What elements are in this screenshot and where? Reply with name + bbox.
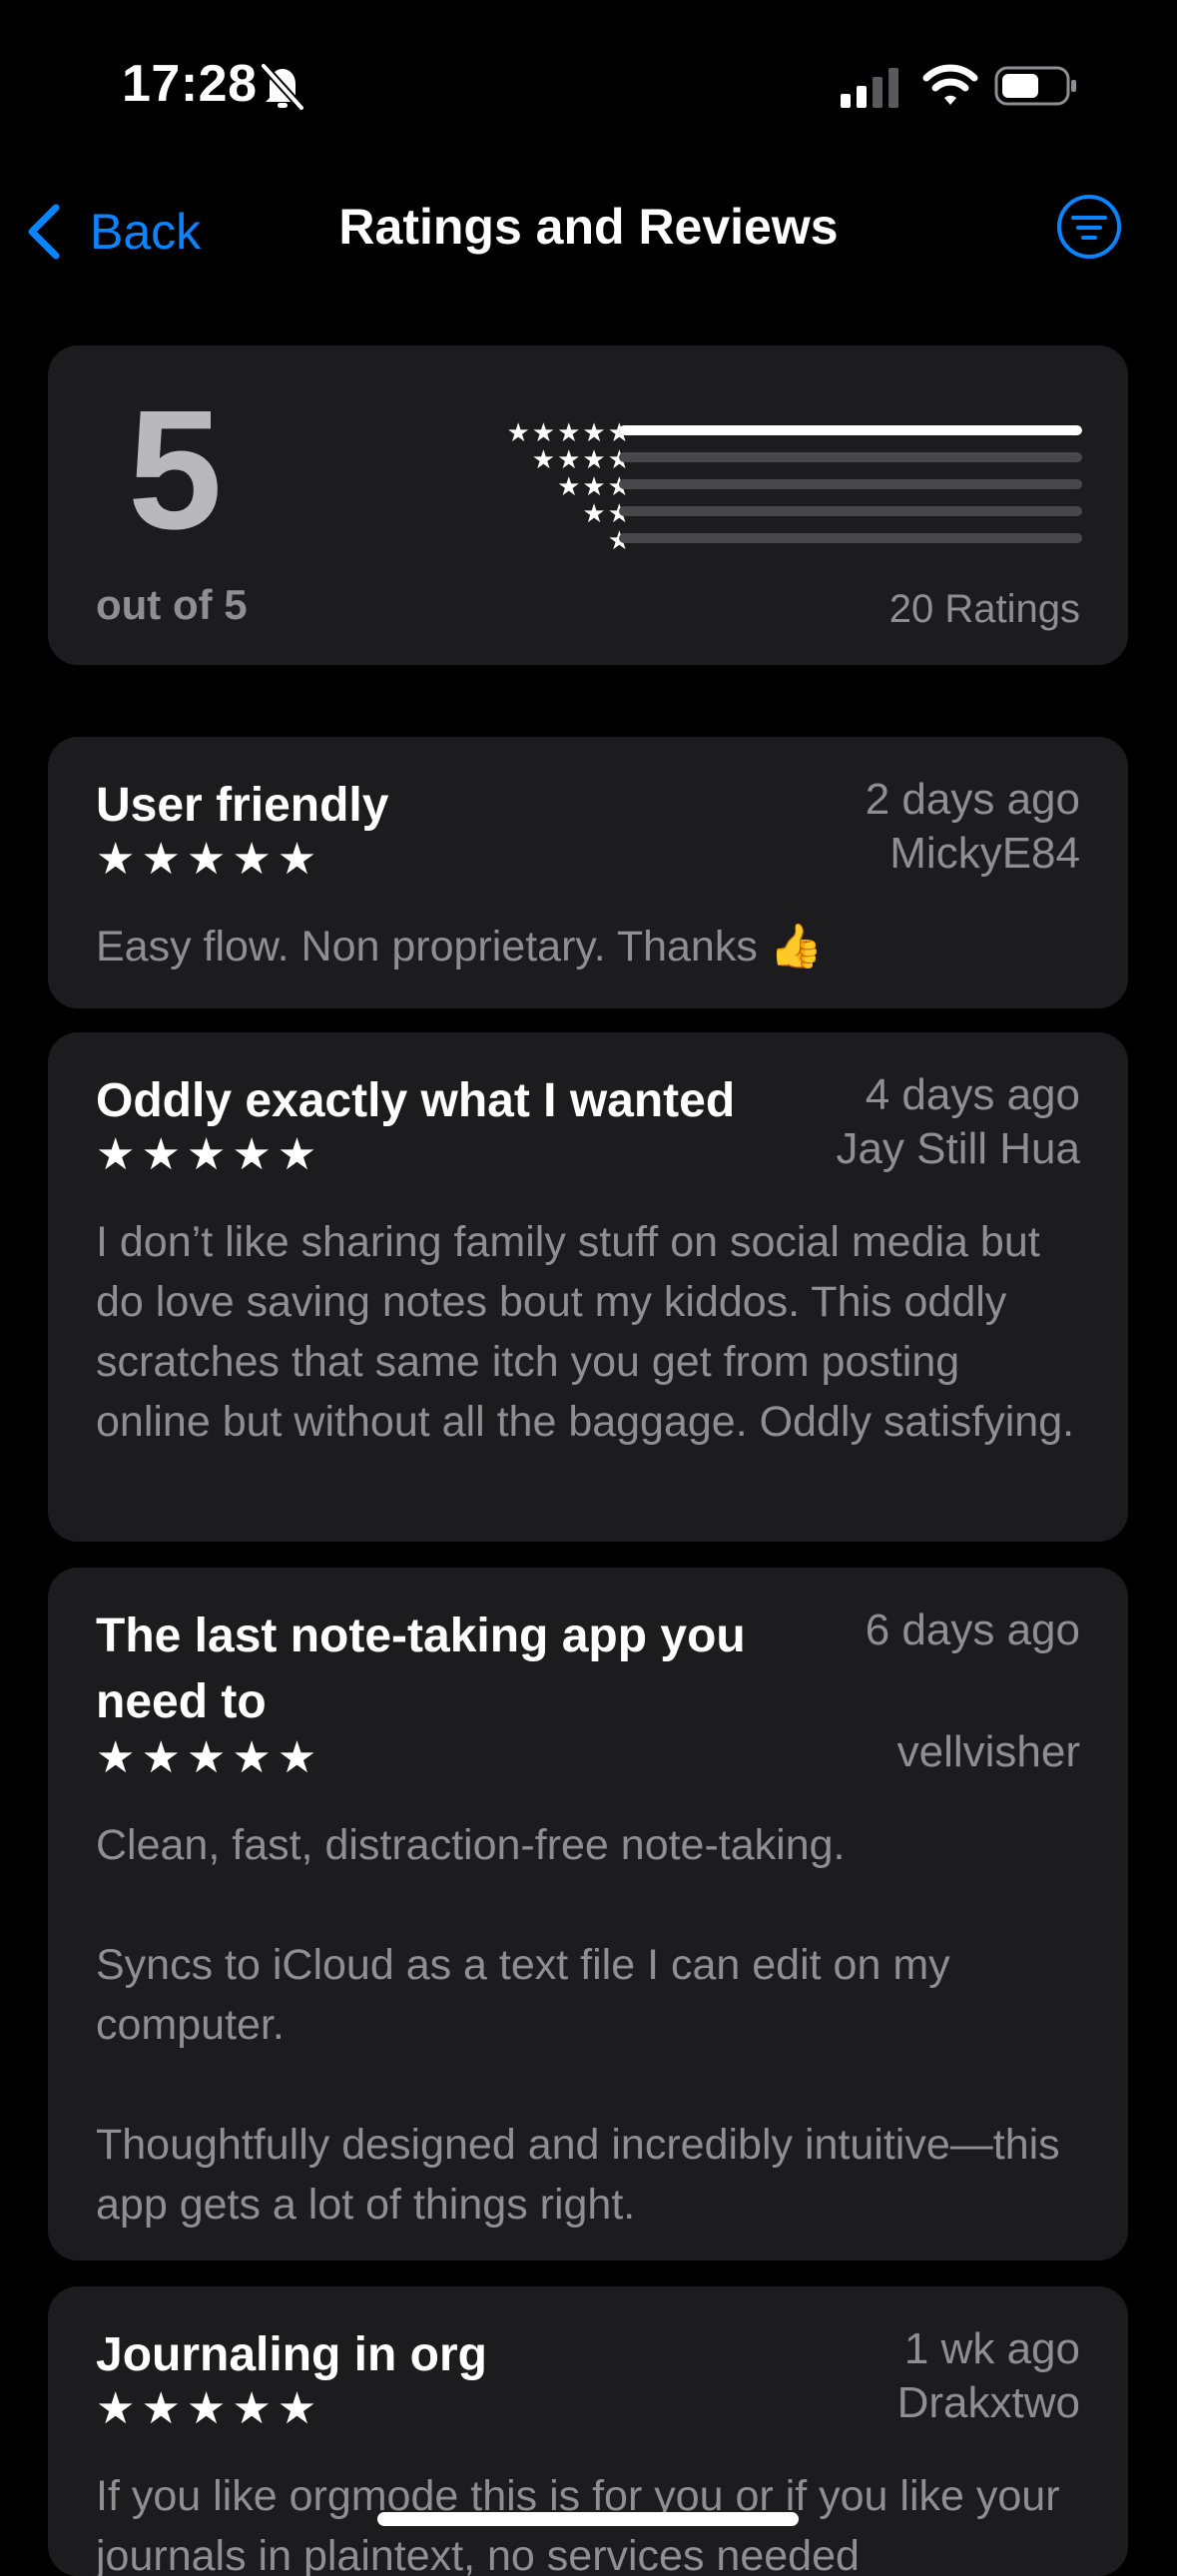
- bar-5-stars: [619, 425, 1082, 435]
- bar-1-stars: [619, 533, 1082, 543]
- bar-4-stars: [619, 452, 1082, 462]
- stars-1-label: ★: [447, 527, 633, 554]
- page-title: Ratings and Reviews: [338, 199, 839, 255]
- review-date: 4 days ago: [865, 1070, 1080, 1119]
- review-body: Clean, fast, distraction-free note-takin…: [96, 1821, 1060, 2229]
- review-body: I don’t like sharing family stuff on soc…: [96, 1218, 1075, 1446]
- review-author: MickyE84: [889, 829, 1080, 878]
- review-date: 2 days ago: [865, 775, 1080, 824]
- cellular-signal-icon: [841, 68, 898, 108]
- stars-2-label: ★★: [582, 498, 633, 528]
- bar-2-stars: [619, 506, 1082, 516]
- review-stars: ★★★★★: [96, 1733, 323, 1782]
- review-title: Journaling in org: [96, 2328, 487, 2381]
- wifi-icon: [922, 64, 978, 105]
- review-stars: ★★★★★: [96, 1130, 323, 1179]
- review-card[interactable]: User friendly 2 days ago MickyE84 ★★★★★ …: [48, 737, 1128, 1008]
- bar-3-stars: [619, 479, 1082, 489]
- bell-slash-icon: [261, 63, 304, 111]
- status-bar: 17:28: [0, 0, 1177, 170]
- home-indicator[interactable]: [377, 2512, 799, 2526]
- status-time: 17:28: [122, 55, 258, 113]
- review-title: Oddly exactly what I wanted: [96, 1074, 736, 1127]
- ratings-count: 20 Ratings: [888, 587, 1080, 631]
- average-rating: 5: [128, 375, 223, 565]
- bar-fill: [619, 425, 1082, 435]
- stars-4-label: ★★★★: [531, 444, 633, 474]
- ratings-summary-card: 5 out of 5 ★★★★★ ★★★★ ★★★ ★★ ★ 20 Rating…: [48, 345, 1128, 665]
- nav-bar: Back Ratings and Reviews: [0, 170, 1177, 290]
- stars-5-label: ★★★★★: [506, 417, 633, 447]
- out-of-label: out of 5: [96, 581, 248, 628]
- review-author: Drakxtwo: [896, 2378, 1080, 2427]
- review-title: User friendly: [96, 779, 389, 832]
- rating-distribution-bars: [619, 425, 1082, 560]
- review-stars: ★★★★★: [96, 2384, 323, 2433]
- review-title: The last note-taking app you need to: [96, 1610, 746, 1728]
- review-date: 6 days ago: [865, 1606, 1080, 1654]
- battery-icon: [994, 66, 1076, 106]
- review-stars: ★★★★★: [96, 835, 323, 884]
- review-card[interactable]: Journaling in org 1 wk ago Drakxtwo ★★★★…: [48, 2286, 1128, 2576]
- review-author: vellvisher: [896, 1727, 1080, 1776]
- review-author: Jay Still Hua: [836, 1124, 1080, 1173]
- review-body: Easy flow. Non proprietary. Thanks 👍: [96, 923, 824, 970]
- review-card[interactable]: The last note-taking app you need to 6 d…: [48, 1568, 1128, 2260]
- star-distribution-labels: ★★★★★ ★★★★ ★★★ ★★ ★: [447, 419, 633, 554]
- review-date: 1 wk ago: [903, 2324, 1080, 2373]
- review-card[interactable]: Oddly exactly what I wanted 4 days ago J…: [48, 1032, 1128, 1542]
- stars-3-label: ★★★: [557, 471, 633, 501]
- filter-icon[interactable]: [1056, 194, 1122, 260]
